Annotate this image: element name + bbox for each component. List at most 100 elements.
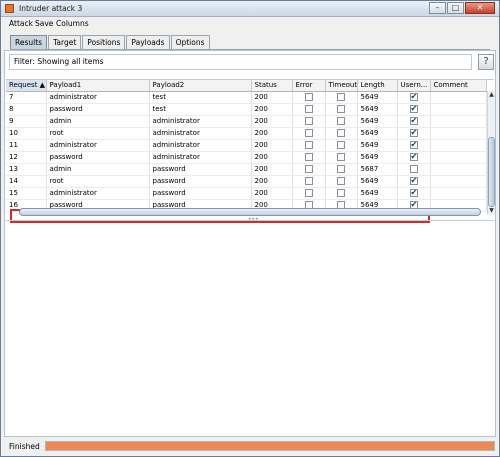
timeout-checkbox[interactable]	[337, 176, 345, 185]
table-row[interactable]: 11 administrator administrator 200 5649 ✔	[6, 139, 487, 152]
minimize-icon[interactable]: –	[429, 2, 446, 14]
username-match-cell: ✔	[397, 115, 431, 128]
column-header-comment[interactable]: Comment	[430, 80, 487, 92]
menu-save[interactable]: Save	[35, 19, 53, 28]
username-match-checkbox[interactable]: ✔	[409, 188, 418, 197]
column-header-payload2[interactable]: Payload2	[149, 80, 252, 92]
scroll-up-icon[interactable]: ▲	[488, 91, 495, 99]
status-label: Finished	[9, 442, 40, 451]
cell-payload2: test	[149, 103, 252, 116]
timeout-checkbox[interactable]	[337, 188, 345, 197]
cell-length: 5649	[357, 115, 398, 128]
column-header-timeout[interactable]: Timeout	[325, 80, 358, 92]
error-checkbox[interactable]	[304, 188, 313, 197]
cell-length: 5649	[357, 103, 398, 116]
scroll-down-icon[interactable]: ▼	[488, 207, 495, 215]
username-match-checkbox[interactable]: ✔	[409, 92, 418, 101]
username-match-checkbox[interactable]: ✔	[409, 104, 418, 113]
username-match-checkbox[interactable]: ✔	[409, 176, 418, 185]
cell-request: 15	[6, 187, 47, 200]
username-match-checkbox[interactable]: ✔	[409, 116, 418, 125]
error-checkbox[interactable]	[304, 92, 313, 101]
error-checkbox[interactable]	[304, 128, 313, 137]
close-icon[interactable]: ✕	[465, 2, 495, 14]
table-row[interactable]: 15 administrator password 200 5649 ✔	[6, 187, 487, 200]
cell-payload1: root	[46, 175, 150, 188]
username-match-cell: ✔	[397, 187, 431, 200]
table-row[interactable]: 7 administrator test 200 5649 ✔	[6, 91, 487, 104]
cell-status: 200	[251, 163, 293, 176]
cell-comment	[430, 115, 487, 128]
timeout-cell	[325, 175, 358, 188]
tab-target[interactable]: Target	[48, 35, 82, 50]
horizontal-scrollbar[interactable]	[19, 208, 481, 216]
username-match-checkbox[interactable]: ✔	[409, 140, 418, 149]
timeout-checkbox[interactable]	[337, 152, 345, 161]
progress-bar	[45, 441, 495, 451]
cell-request: 14	[6, 175, 47, 188]
table-row[interactable]: 10 root administrator 200 5649 ✔	[6, 127, 487, 140]
cell-request: 8	[6, 103, 47, 116]
tab-results[interactable]: Results	[10, 35, 48, 50]
table-row[interactable]: 8 password test 200 5649 ✔	[6, 103, 487, 116]
column-header-length[interactable]: Length	[357, 80, 398, 92]
tab-positions[interactable]: Positions	[82, 35, 126, 50]
cell-status: 200	[251, 139, 293, 152]
menu-attack[interactable]: Attack	[9, 19, 33, 28]
error-checkbox[interactable]	[304, 152, 313, 161]
cell-length: 5649	[357, 127, 398, 140]
table-row-highlighted[interactable]: 13 admin password 200 5687	[6, 163, 487, 176]
cell-payload1: admin	[46, 163, 150, 176]
column-header-request[interactable]: Request ▲	[6, 80, 47, 92]
cell-comment	[430, 163, 487, 176]
timeout-checkbox[interactable]	[337, 116, 345, 125]
menu-columns[interactable]: Columns	[56, 19, 89, 28]
timeout-checkbox[interactable]	[337, 92, 345, 101]
column-header-error[interactable]: Error	[292, 80, 326, 92]
username-match-checkbox[interactable]: ✔	[409, 128, 418, 137]
table-row[interactable]: 9 admin administrator 200 5649 ✔	[6, 115, 487, 128]
title-bar[interactable]: Intruder attack 3 – □ ✕	[1, 1, 499, 17]
username-match-cell: ✔	[397, 127, 431, 140]
cell-request: 9	[6, 115, 47, 128]
error-cell	[292, 187, 326, 200]
menu-bar: Attack Save Columns	[1, 17, 499, 31]
timeout-checkbox[interactable]	[337, 128, 345, 137]
error-checkbox[interactable]	[304, 164, 313, 173]
cell-length: 5649	[357, 139, 398, 152]
burp-icon	[5, 4, 14, 13]
username-match-checkbox[interactable]	[409, 164, 418, 173]
vertical-scroll-thumb[interactable]	[488, 137, 495, 207]
tab-payloads[interactable]: Payloads	[126, 35, 170, 50]
pane-splitter[interactable]: •••	[6, 217, 494, 223]
column-header-status[interactable]: Status	[251, 80, 293, 92]
cell-payload2: administrator	[149, 151, 252, 164]
cell-comment	[430, 127, 487, 140]
maximize-icon[interactable]: □	[447, 2, 464, 14]
error-checkbox[interactable]	[304, 104, 313, 113]
vertical-scrollbar[interactable]: ▲ ▼	[487, 91, 495, 215]
error-checkbox[interactable]	[304, 116, 313, 125]
error-checkbox[interactable]	[304, 176, 313, 185]
error-cell	[292, 151, 326, 164]
username-match-checkbox[interactable]: ✔	[409, 152, 418, 161]
table-row[interactable]: 14 root password 200 5649 ✔	[6, 175, 487, 188]
tab-options[interactable]: Options	[170, 35, 210, 50]
column-header-username[interactable]: Usern...	[397, 80, 431, 92]
timeout-cell	[325, 127, 358, 140]
column-header-payload1[interactable]: Payload1	[46, 80, 150, 92]
cell-payload2: test	[149, 91, 252, 104]
timeout-checkbox[interactable]	[337, 104, 345, 113]
cell-length: 5649	[357, 187, 398, 200]
timeout-checkbox[interactable]	[337, 140, 345, 149]
filter-bar[interactable]: Filter: Showing all items	[9, 54, 472, 70]
cell-comment	[430, 151, 487, 164]
results-table: Request ▲ Payload1 Payload2 Status Error…	[6, 80, 487, 212]
error-checkbox[interactable]	[304, 140, 313, 149]
help-button[interactable]: ?	[478, 54, 494, 70]
timeout-checkbox[interactable]	[337, 164, 345, 173]
cell-length: 5649	[357, 91, 398, 104]
cell-payload2: administrator	[149, 115, 252, 128]
cell-request: 7	[6, 91, 47, 104]
table-row[interactable]: 12 password administrator 200 5649 ✔	[6, 151, 487, 164]
